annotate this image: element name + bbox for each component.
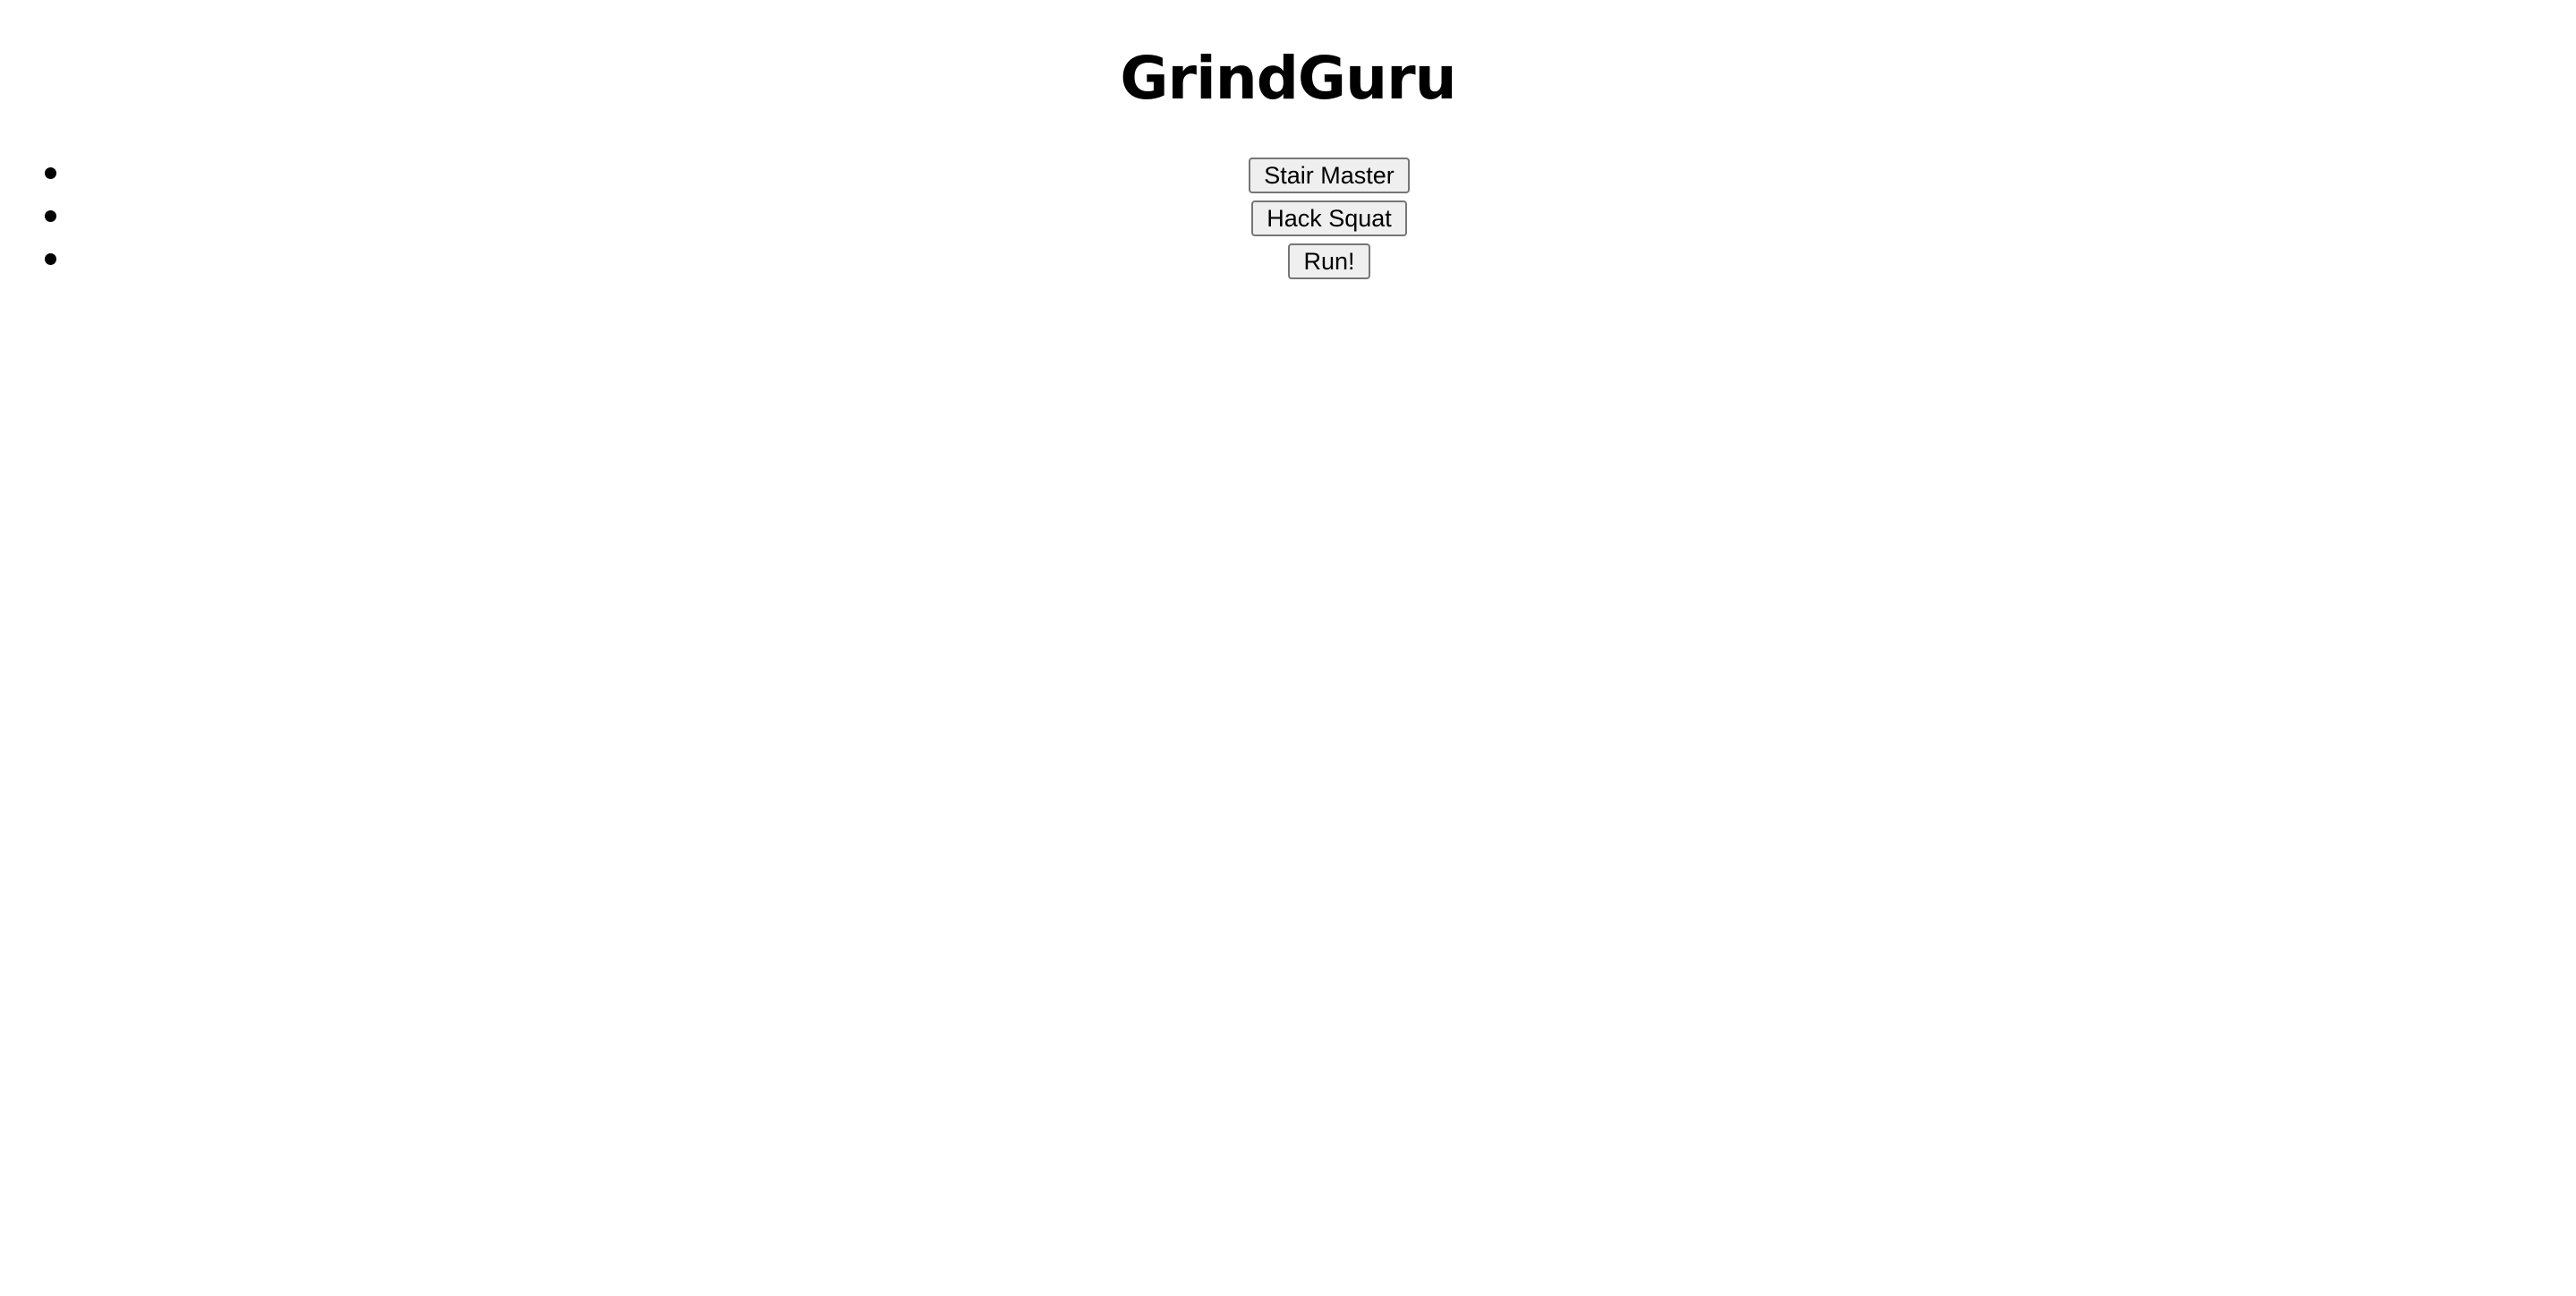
list-item: Run! xyxy=(0,240,2576,283)
stair-master-button[interactable]: Stair Master xyxy=(1249,158,1410,193)
exercise-list: Stair Master Hack Squat Run! xyxy=(0,154,2576,283)
bullet-icon xyxy=(45,210,56,222)
bullet-icon xyxy=(45,167,56,179)
page-title: GrindGuru xyxy=(1120,44,1456,113)
list-item: Stair Master xyxy=(0,154,2576,197)
run-button[interactable]: Run! xyxy=(1288,243,1370,279)
list-item: Hack Squat xyxy=(0,197,2576,240)
hack-squat-button[interactable]: Hack Squat xyxy=(1251,200,1407,236)
bullet-icon xyxy=(45,253,56,265)
